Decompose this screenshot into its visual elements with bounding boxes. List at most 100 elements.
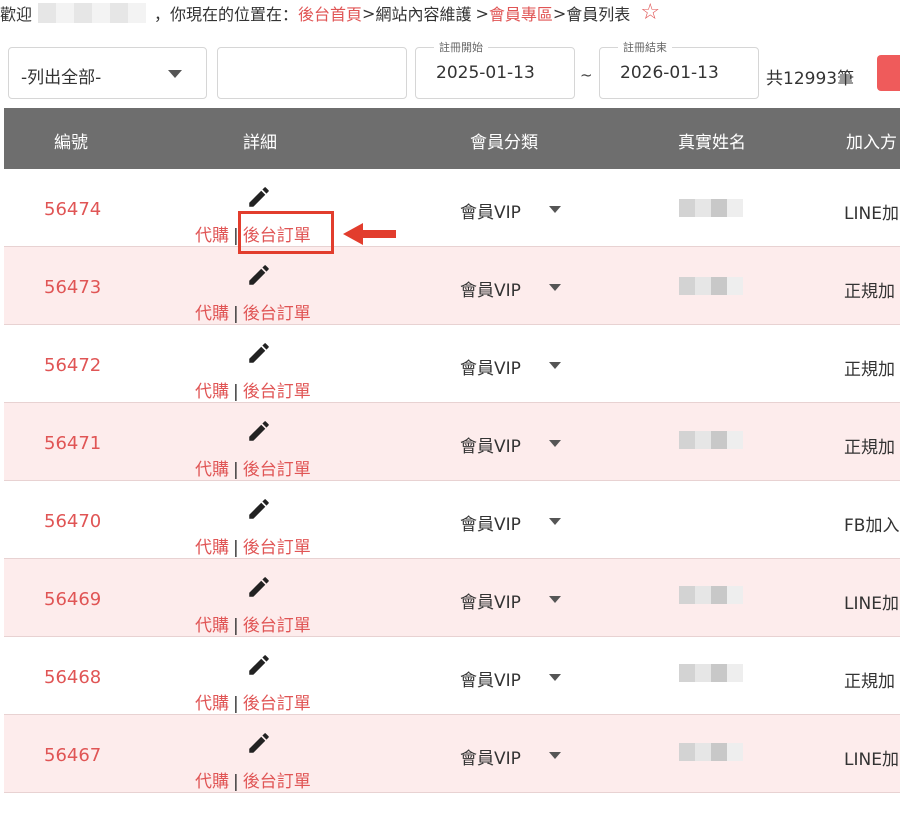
- chevron-down-icon[interactable]: [549, 362, 561, 369]
- action-button[interactable]: [877, 55, 900, 91]
- pencil-edit-icon[interactable]: [246, 652, 272, 678]
- member-group-select[interactable]: 會員VIP: [460, 588, 521, 613]
- link-separator: |: [233, 694, 239, 714]
- member-id-link[interactable]: 56468: [44, 667, 101, 688]
- table-row[interactable]: 56469 代購 | 後台訂單 會員VIP LINE加: [4, 559, 900, 637]
- pencil-edit-icon[interactable]: [246, 574, 272, 600]
- member-group-select[interactable]: 會員VIP: [460, 276, 521, 301]
- backend-order-link[interactable]: 後台訂單: [243, 616, 311, 636]
- table-row[interactable]: 56474 代購 | 後台訂單 會員VIP LINE加: [4, 169, 900, 247]
- table-row[interactable]: 56471 代購 | 後台訂單 會員VIP 正規加: [4, 403, 900, 481]
- member-group-select[interactable]: 會員VIP: [460, 510, 521, 535]
- register-start-label: 註冊開始: [434, 39, 488, 55]
- breadcrumb-sep: >: [475, 3, 489, 23]
- backend-order-link[interactable]: 後台訂單: [243, 304, 311, 324]
- breadcrumb-current: 會員列表: [566, 5, 631, 24]
- proxy-purchase-link[interactable]: 代購: [195, 382, 229, 402]
- header-member-group: 會員分類: [470, 133, 538, 153]
- keyword-input[interactable]: [217, 47, 407, 99]
- register-end-date-input[interactable]: 註冊結束 2026-01-13: [599, 39, 759, 99]
- join-method: 正規加: [844, 360, 895, 380]
- blurred-real-name: [679, 199, 743, 217]
- proxy-purchase-link[interactable]: 代購: [195, 616, 229, 636]
- pencil-edit-icon[interactable]: [246, 730, 272, 756]
- join-method: FB加入: [844, 516, 900, 536]
- join-method: LINE加: [844, 594, 899, 614]
- member-group-select[interactable]: 會員VIP: [460, 354, 521, 379]
- join-method: 正規加: [844, 282, 895, 302]
- row-links: 代購 | 後台訂單: [195, 611, 311, 636]
- backend-order-link[interactable]: 後台訂單: [243, 382, 311, 402]
- table-row[interactable]: 56468 代購 | 後台訂單 會員VIP 正規加: [4, 637, 900, 715]
- member-id-link[interactable]: 56467: [44, 745, 101, 766]
- pencil-edit-icon[interactable]: [246, 418, 272, 444]
- member-group-select[interactable]: 會員VIP: [460, 666, 521, 691]
- location-prefix: ，你現在的位置在：: [154, 5, 299, 24]
- chevron-down-icon[interactable]: [549, 752, 561, 759]
- proxy-purchase-link[interactable]: 代購: [195, 226, 229, 246]
- arrow-left-icon: [343, 223, 396, 245]
- row-links: 代購 | 後台訂單: [195, 689, 311, 714]
- register-start-value: 2025-01-13: [436, 63, 535, 83]
- breadcrumb-home-link[interactable]: 後台首頁: [298, 1, 362, 25]
- proxy-purchase-link[interactable]: 代購: [195, 460, 229, 480]
- join-method: LINE加: [844, 204, 899, 224]
- register-end-value: 2026-01-13: [620, 63, 719, 83]
- chevron-down-icon: [168, 70, 182, 78]
- row-links: 代購 | 後台訂單: [195, 377, 311, 402]
- blurred-real-name: [679, 743, 743, 761]
- link-separator: |: [233, 616, 239, 636]
- chevron-down-icon[interactable]: [549, 440, 561, 447]
- table-row[interactable]: 56472 代購 | 後台訂單 會員VIP 正規加: [4, 325, 900, 403]
- register-end-label: 註冊結束: [618, 39, 672, 55]
- blurred-real-name: [679, 277, 743, 295]
- backend-order-link[interactable]: 後台訂單: [243, 772, 311, 792]
- date-range-separator: ~: [580, 66, 593, 84]
- chevron-down-icon[interactable]: [549, 206, 561, 213]
- table-row[interactable]: 56473 代購 | 後台訂單 會員VIP 正規加: [4, 247, 900, 325]
- chevron-down-icon[interactable]: [549, 596, 561, 603]
- breadcrumb-section: 網站內容維護: [375, 5, 472, 24]
- register-start-date-input[interactable]: 註冊開始 2025-01-13: [415, 39, 575, 99]
- proxy-purchase-link[interactable]: 代購: [195, 538, 229, 558]
- member-group-select[interactable]: 會員VIP: [460, 432, 521, 457]
- pencil-edit-icon[interactable]: [246, 340, 272, 366]
- link-separator: |: [233, 304, 239, 324]
- pencil-edit-icon[interactable]: [246, 262, 272, 288]
- proxy-purchase-link[interactable]: 代購: [195, 694, 229, 714]
- pencil-edit-icon[interactable]: [246, 184, 272, 210]
- blurred-real-name: [679, 586, 743, 604]
- proxy-purchase-link[interactable]: 代購: [195, 772, 229, 792]
- breadcrumb-member-area-link[interactable]: 會員專區: [489, 1, 553, 25]
- table-header: 編號 詳細 會員分類 真實姓名 加入方: [4, 108, 900, 169]
- member-id-link[interactable]: 56473: [44, 277, 101, 298]
- proxy-purchase-link[interactable]: 代購: [195, 304, 229, 324]
- chevron-down-icon[interactable]: [549, 674, 561, 681]
- member-id-link[interactable]: 56471: [44, 433, 101, 454]
- row-links: 代購 | 後台訂單: [195, 299, 311, 324]
- chevron-down-icon[interactable]: [549, 284, 561, 291]
- member-group-select[interactable]: 會員VIP: [460, 198, 521, 223]
- category-select[interactable]: -列出全部-: [8, 47, 207, 99]
- row-links: 代購 | 後台訂單: [195, 455, 311, 480]
- header-detail: 詳細: [243, 133, 277, 153]
- member-id-link[interactable]: 56469: [44, 589, 101, 610]
- filter-bar: -列出全部- 註冊開始 2025-01-13 ~ 註冊結束 2026-01-13…: [0, 39, 900, 102]
- link-separator: |: [233, 382, 239, 402]
- breadcrumb-sep: >: [552, 3, 567, 23]
- total-count: 共12993筆: [766, 69, 855, 89]
- join-method: 正規加: [844, 672, 895, 692]
- member-id-link[interactable]: 56474: [44, 199, 101, 220]
- header-join-method: 加入方: [846, 133, 897, 153]
- table-row[interactable]: 56467 代購 | 後台訂單 會員VIP LINE加: [4, 715, 900, 793]
- chevron-down-icon[interactable]: [549, 518, 561, 525]
- member-id-link[interactable]: 56470: [44, 511, 101, 532]
- backend-order-link[interactable]: 後台訂單: [243, 460, 311, 480]
- backend-order-link[interactable]: 後台訂單: [243, 694, 311, 714]
- star-icon[interactable]: ☆: [640, 2, 660, 24]
- member-group-select[interactable]: 會員VIP: [460, 744, 521, 769]
- backend-order-link[interactable]: 後台訂單: [243, 538, 311, 558]
- pencil-edit-icon[interactable]: [246, 496, 272, 522]
- table-row[interactable]: 56470 代購 | 後台訂單 會員VIP FB加入: [4, 481, 900, 559]
- member-id-link[interactable]: 56472: [44, 355, 101, 376]
